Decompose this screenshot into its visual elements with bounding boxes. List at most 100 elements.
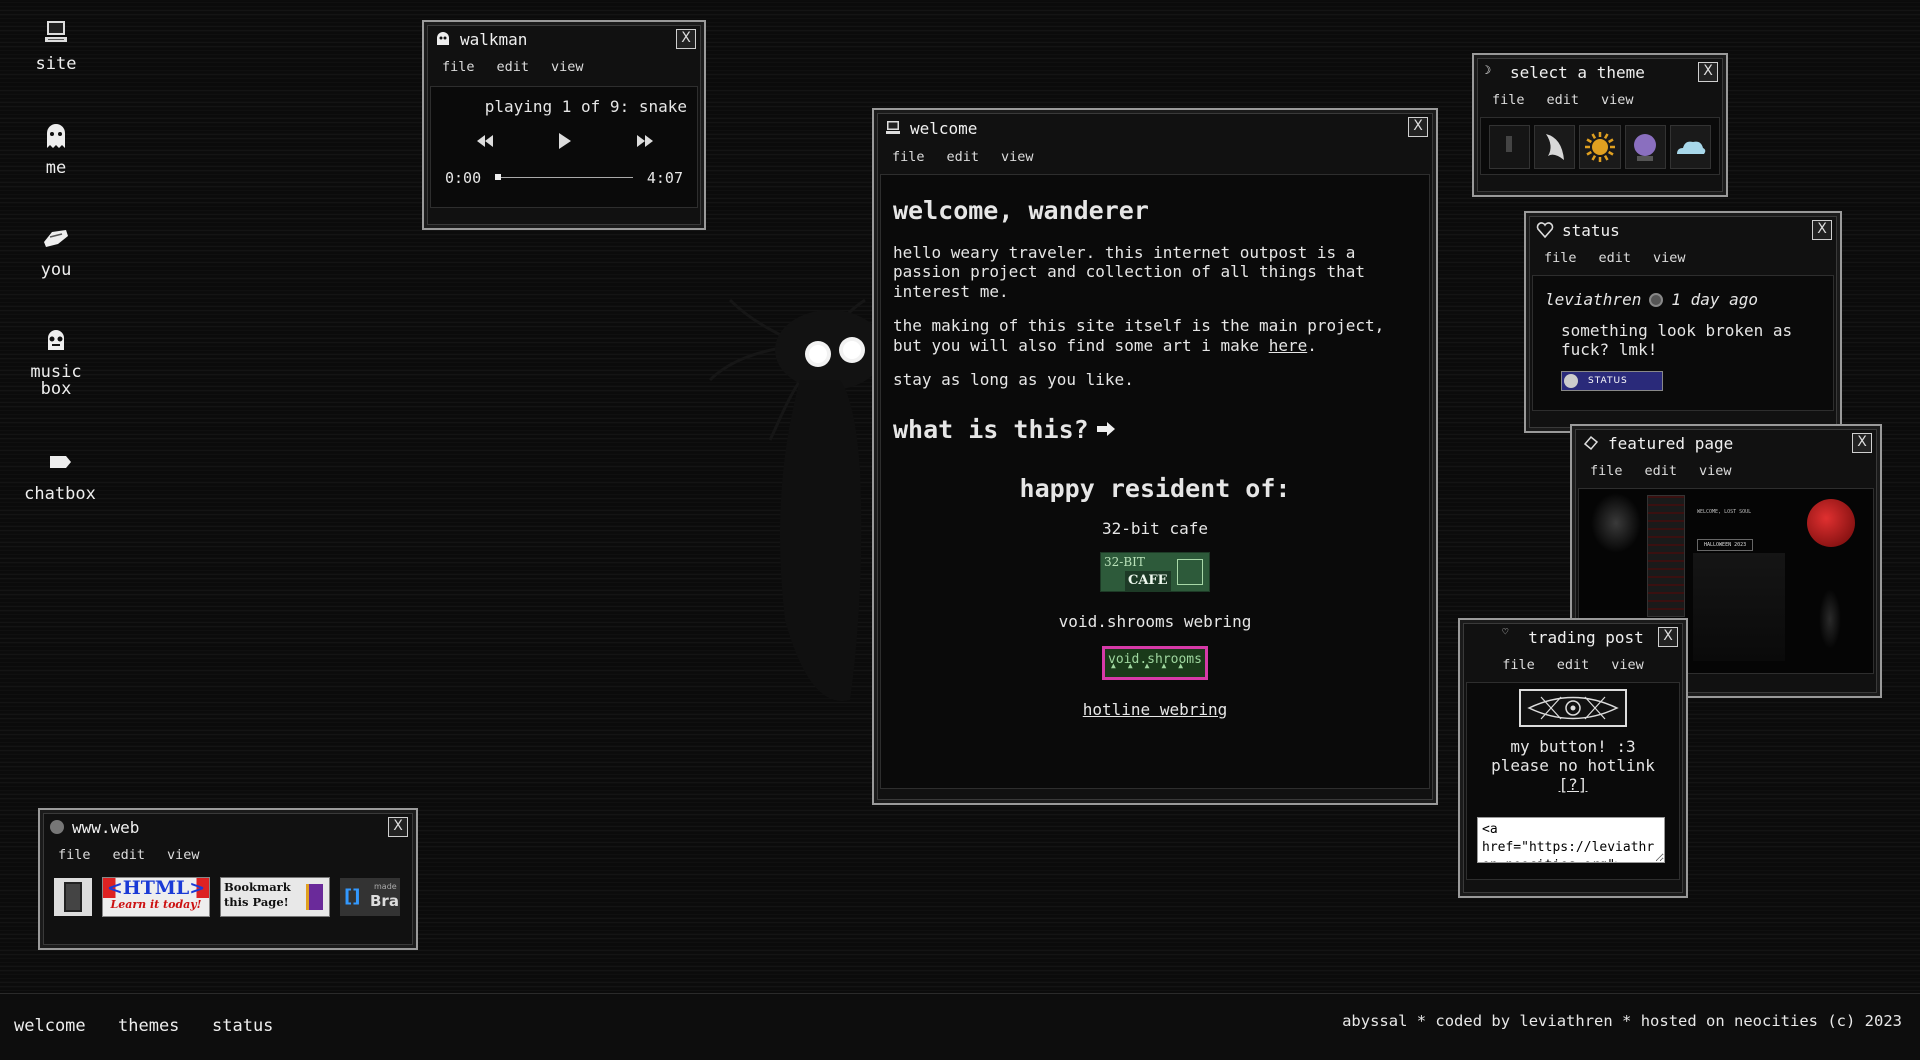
what-is-this-heading[interactable]: what is this? xyxy=(893,414,1417,444)
window-title: status xyxy=(1562,220,1620,240)
computer-icon xyxy=(886,121,900,134)
menu-edit[interactable]: edit xyxy=(1557,657,1590,673)
seek-bar[interactable] xyxy=(495,174,633,180)
desktop-icon-music-box[interactable]: music box xyxy=(6,324,106,398)
status-badge-text: STATUS xyxy=(1588,376,1628,386)
sun-ray xyxy=(1586,138,1592,144)
taskbar-item-themes[interactable]: themes xyxy=(118,1016,179,1036)
heart-icon: ♡ xyxy=(1502,627,1509,638)
book-icon xyxy=(306,884,323,910)
close-button[interactable]: X xyxy=(1658,627,1678,647)
walkman-titlebar[interactable]: walkman X xyxy=(424,22,704,56)
rewind-button[interactable] xyxy=(475,133,495,149)
heart-icon xyxy=(1536,222,1554,239)
status-time: 1 day ago xyxy=(1671,290,1759,309)
help-link[interactable]: [?] xyxy=(1559,775,1588,794)
desktop-icon-me[interactable]: me xyxy=(6,120,106,177)
hotline-webring-link[interactable]: hotline webring xyxy=(1083,700,1228,719)
embed-code-field[interactable] xyxy=(1477,817,1665,863)
sun-ray xyxy=(1603,133,1609,139)
menu-file[interactable]: file xyxy=(892,149,925,165)
window-title: www.web xyxy=(72,817,140,837)
status-content: leviathren 1 day ago something look brok… xyxy=(1532,275,1834,411)
moon-icon: ☽ xyxy=(1484,63,1492,77)
desktop-icon-label: you xyxy=(40,260,72,280)
window-title: select a theme xyxy=(1510,62,1645,82)
menu-edit[interactable]: edit xyxy=(1599,250,1632,266)
desktop-icon-site[interactable]: site xyxy=(6,16,106,73)
art-paragraph: the making of this site itself is the ma… xyxy=(893,316,1417,355)
close-button[interactable]: X xyxy=(1408,117,1428,137)
bookmark-web-button[interactable]: Bookmark this Page! xyxy=(220,877,330,917)
close-button[interactable]: X xyxy=(388,817,408,837)
desktop-icon-you[interactable]: you xyxy=(6,222,106,279)
theme-dark-button[interactable] xyxy=(1489,125,1531,169)
theme-titlebar[interactable]: ☽ select a theme X xyxy=(1474,55,1726,89)
menu-edit[interactable]: edit xyxy=(1547,92,1580,108)
taskbar: welcome themes status abyssal * coded by… xyxy=(0,993,1920,1060)
menu-view[interactable]: view xyxy=(1601,92,1634,108)
thumb-bat-image xyxy=(1591,493,1641,553)
menu-file[interactable]: file xyxy=(1544,250,1577,266)
taskbar-item-status[interactable]: status xyxy=(212,1016,273,1036)
theme-cloud-button[interactable] xyxy=(1669,125,1712,169)
menu-edit[interactable]: edit xyxy=(113,847,146,863)
made-with-web-button[interactable]: [] made Bra xyxy=(340,878,400,916)
menu-view[interactable]: view xyxy=(1653,250,1686,266)
menu-edit[interactable]: edit xyxy=(1645,463,1678,479)
made-with-small: made xyxy=(374,882,397,891)
html-button-top: <HTML> xyxy=(103,878,209,898)
phone-web-button[interactable] xyxy=(54,878,92,916)
hotlink-notice: please no hotlink xyxy=(1491,756,1655,775)
menu-file[interactable]: file xyxy=(58,847,91,863)
trading-titlebar[interactable]: ♡ trading post X xyxy=(1460,620,1686,654)
fast-forward-button[interactable] xyxy=(635,133,655,149)
menu-file[interactable]: file xyxy=(1590,463,1623,479)
menu-file[interactable]: file xyxy=(442,59,475,75)
welcome-titlebar[interactable]: welcome X xyxy=(874,110,1436,146)
site-button[interactable] xyxy=(1519,689,1627,727)
what-is-this-text: what is this? xyxy=(893,414,1089,444)
menu-view[interactable]: view xyxy=(551,59,584,75)
status-badge[interactable]: STATUS xyxy=(1561,371,1663,391)
walkman-window: walkman X file edit view playing 1 of 9:… xyxy=(422,20,706,230)
html-web-button[interactable]: <HTML> Learn it today! xyxy=(102,877,210,917)
thumb-sidebar xyxy=(1647,495,1685,617)
menu-view[interactable]: view xyxy=(1699,463,1732,479)
theme-window: ☽ select a theme X file edit view xyxy=(1472,53,1728,197)
resident-section: happy resident of: 32-bit cafe 32-BIT CA… xyxy=(893,476,1417,719)
bracket-icon: [] xyxy=(344,886,361,907)
menu-bar: file edit view xyxy=(1572,460,1880,482)
crystal-ball-icon xyxy=(1634,134,1657,161)
void-badge[interactable]: void.shrooms ▲▲▲▲▲ xyxy=(1102,645,1208,680)
cafe-badge[interactable]: 32-BIT CAFE xyxy=(1100,552,1210,592)
art-link[interactable]: here xyxy=(1269,336,1308,355)
menu-edit[interactable]: edit xyxy=(497,59,530,75)
play-button[interactable] xyxy=(557,131,573,151)
button-caption: my button! :3 xyxy=(1510,737,1636,756)
trading-content: my button! :3 please no hotlink [?] xyxy=(1466,682,1680,880)
menu-view[interactable]: view xyxy=(1001,149,1034,165)
sun-ray xyxy=(1591,155,1597,161)
taskbar-item-welcome[interactable]: welcome xyxy=(14,1016,86,1036)
desktop-icon-chatbox[interactable]: chatbox xyxy=(10,446,110,503)
status-titlebar[interactable]: status X xyxy=(1526,213,1840,247)
web-buttons-strip: <HTML> Learn it today! Bookmark this Pag… xyxy=(48,872,408,922)
menu-view[interactable]: view xyxy=(1611,657,1644,673)
cafe-label: 32-bit cafe xyxy=(1102,518,1208,538)
menu-view[interactable]: view xyxy=(167,847,200,863)
close-button[interactable]: X xyxy=(1812,220,1832,240)
close-button[interactable]: X xyxy=(1852,433,1872,453)
theme-crystal-button[interactable] xyxy=(1624,125,1666,169)
close-button[interactable]: X xyxy=(676,29,696,49)
www-titlebar[interactable]: www.web X xyxy=(40,810,416,844)
featured-titlebar[interactable]: featured page X xyxy=(1572,426,1880,460)
menu-file[interactable]: file xyxy=(1502,657,1535,673)
seek-thumb[interactable] xyxy=(495,174,501,180)
menu-file[interactable]: file xyxy=(1492,92,1525,108)
menu-edit[interactable]: edit xyxy=(947,149,980,165)
theme-sun-button[interactable] xyxy=(1579,125,1621,169)
welcome-heading: welcome, wanderer xyxy=(893,196,1149,225)
theme-angel-button[interactable] xyxy=(1534,125,1576,169)
close-button[interactable]: X xyxy=(1698,62,1718,82)
